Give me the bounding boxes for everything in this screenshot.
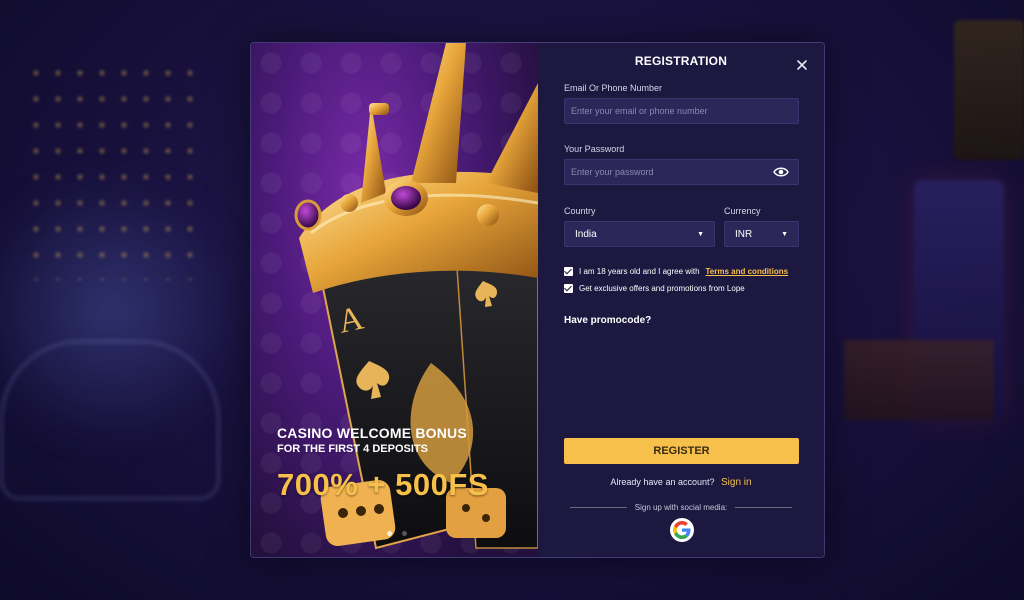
carousel-dots bbox=[387, 531, 407, 536]
background-panel bbox=[844, 340, 994, 420]
account-row: Already have an account? Sign in bbox=[538, 477, 824, 488]
close-icon bbox=[797, 60, 807, 70]
eye-icon[interactable] bbox=[773, 166, 789, 178]
carousel-dot-2[interactable] bbox=[402, 531, 407, 536]
offers-row: Get exclusive offers and promotions from… bbox=[564, 284, 745, 293]
age-agreement-text: I am 18 years old and I agree with bbox=[579, 267, 700, 276]
background-sign bbox=[954, 20, 1024, 160]
divider-line bbox=[570, 507, 627, 508]
terms-link[interactable]: Terms and conditions bbox=[706, 267, 789, 276]
age-agreement-row: I am 18 years old and I agree with Terms… bbox=[564, 267, 788, 276]
promocode-toggle[interactable]: Have promocode? bbox=[564, 315, 651, 326]
account-text: Already have an account? bbox=[610, 477, 715, 487]
divider-line bbox=[735, 507, 792, 508]
email-label: Email Or Phone Number bbox=[564, 83, 663, 93]
promo-banner: A CASINO WELCOME BONUS FOR THE FIRST 4 D… bbox=[251, 43, 538, 557]
google-signup-button[interactable] bbox=[670, 518, 694, 542]
password-label: Your Password bbox=[564, 144, 625, 154]
google-icon bbox=[673, 521, 691, 539]
background-helmet bbox=[0, 340, 220, 500]
registration-modal: A CASINO WELCOME BONUS FOR THE FIRST 4 D… bbox=[250, 42, 825, 558]
promo-amount: 700% + 500FS bbox=[277, 467, 489, 502]
country-select[interactable]: India ▼ bbox=[564, 221, 715, 247]
chevron-down-icon: ▼ bbox=[697, 230, 704, 238]
form-title: REGISTRATION bbox=[634, 54, 728, 68]
chevron-down-icon: ▼ bbox=[781, 230, 788, 238]
offers-checkbox[interactable] bbox=[564, 284, 573, 293]
country-value: India bbox=[575, 228, 597, 240]
currency-select[interactable]: INR ▼ bbox=[724, 221, 799, 247]
password-wrapper bbox=[564, 159, 799, 185]
promo-text: CASINO WELCOME BONUS FOR THE FIRST 4 DEP… bbox=[277, 425, 489, 503]
background-lights bbox=[25, 60, 195, 280]
age-checkbox[interactable] bbox=[564, 267, 573, 276]
password-field[interactable] bbox=[564, 159, 799, 185]
register-button[interactable]: REGISTER bbox=[564, 438, 799, 464]
promo-title: CASINO WELCOME BONUS bbox=[277, 425, 467, 441]
email-field[interactable] bbox=[564, 98, 799, 124]
promo-subtitle: FOR THE FIRST 4 DEPOSITS bbox=[277, 443, 428, 455]
close-button[interactable] bbox=[795, 58, 809, 72]
carousel-dot-1[interactable] bbox=[387, 531, 392, 536]
signin-link[interactable]: Sign in bbox=[721, 477, 752, 488]
registration-form: REGISTRATION Email Or Phone Number Your … bbox=[538, 43, 824, 557]
currency-label: Currency bbox=[724, 206, 761, 216]
offers-text: Get exclusive offers and promotions from… bbox=[579, 284, 745, 293]
social-divider: Sign up with social media: bbox=[570, 503, 792, 512]
social-text: Sign up with social media: bbox=[634, 503, 728, 512]
currency-value: INR bbox=[735, 228, 753, 240]
country-label: Country bbox=[564, 206, 596, 216]
